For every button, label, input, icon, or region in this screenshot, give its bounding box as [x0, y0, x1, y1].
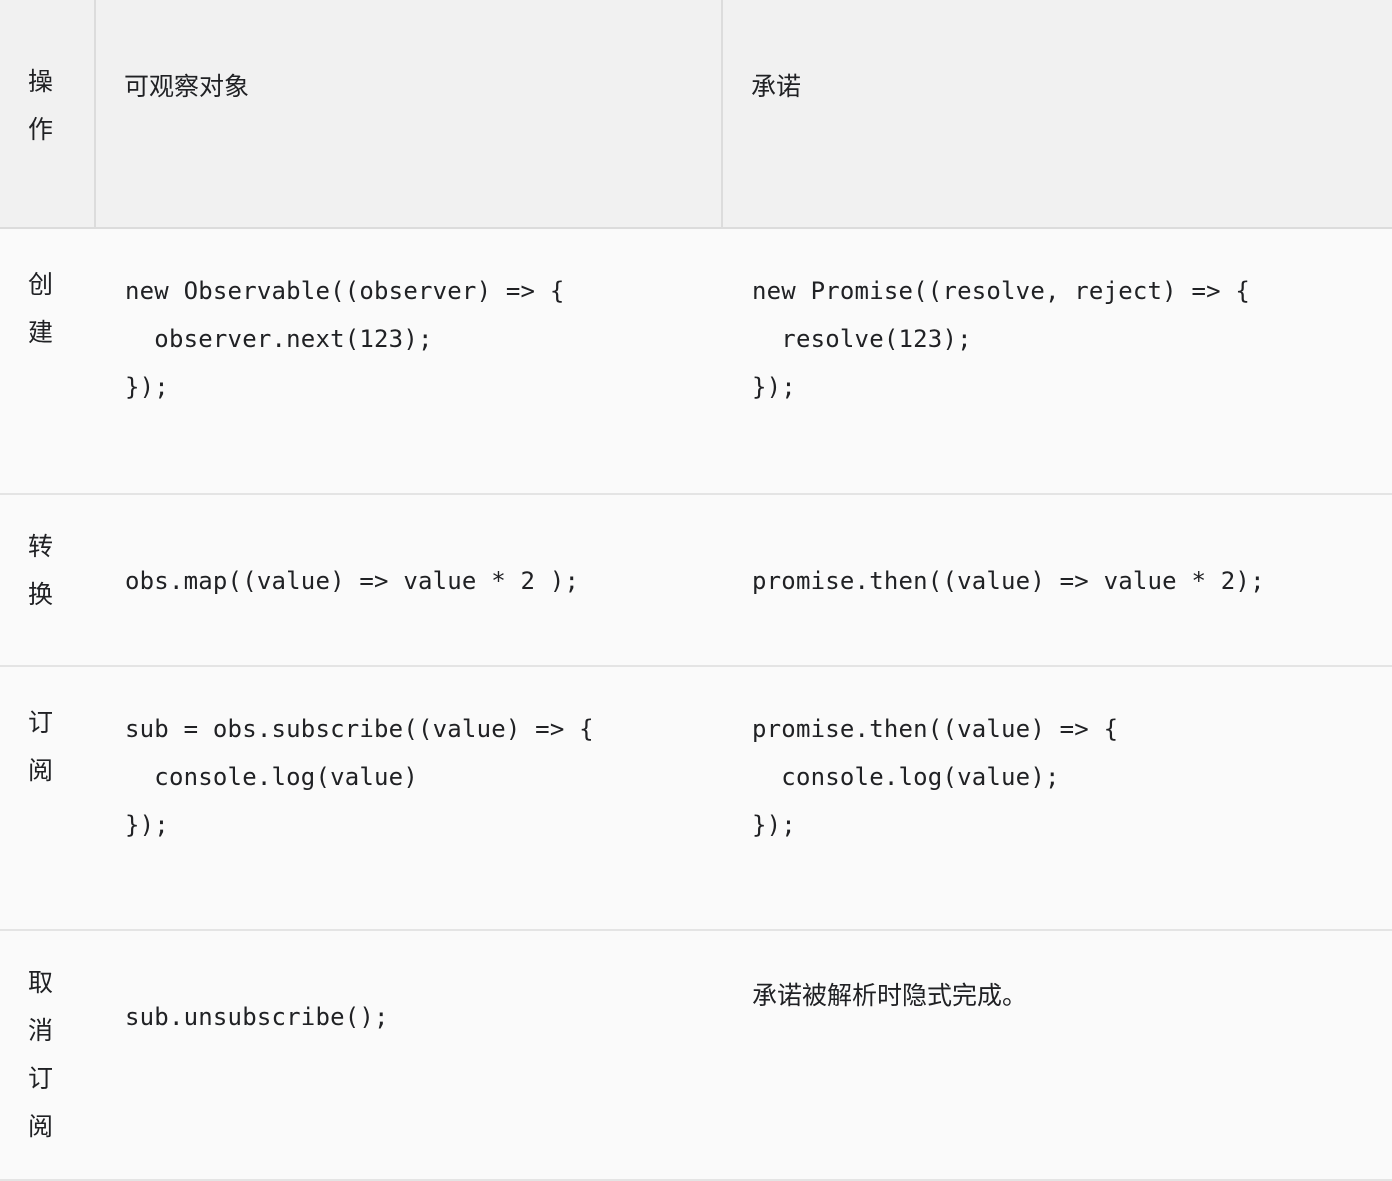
table-body: 创建 new Observable((observer) => { observ…: [0, 228, 1392, 1181]
cell-promise: new Promise((resolve, reject) => { resol…: [722, 228, 1392, 495]
table-row: 创建 new Observable((observer) => { observ…: [0, 228, 1392, 495]
observable-vs-promise-table: 操作 可观察对象 承诺 创建 new Observable((observer)…: [0, 0, 1392, 1181]
promise-code-snippet: new Promise((resolve, reject) => { resol…: [752, 277, 1251, 401]
table-row: 订阅 sub = obs.subscribe((value) => { cons…: [0, 666, 1392, 931]
table-row: 转换 obs.map((value) => value * 2 ); promi…: [0, 494, 1392, 667]
column-header-promise: 承诺: [722, 0, 1392, 229]
column-header-observable: 可观察对象: [95, 0, 723, 229]
operation-label: 取消订阅: [28, 969, 54, 1141]
operation-label: 订阅: [28, 709, 54, 785]
promise-description-text: 承诺被解析时隐式完成。: [752, 982, 1028, 1010]
column-header-observable-label: 可观察对象: [124, 73, 250, 101]
cell-observable: sub.unsubscribe();: [95, 930, 722, 1181]
column-header-operation: 操作: [0, 0, 96, 229]
observable-code-snippet: sub = obs.subscribe((value) => { console…: [125, 715, 594, 839]
cell-promise: promise.then((value) => value * 2);: [722, 494, 1392, 667]
operation-label: 创建: [28, 271, 54, 347]
promise-code-snippet: promise.then((value) => { console.log(va…: [752, 715, 1119, 839]
cell-promise: promise.then((value) => { console.log(va…: [722, 666, 1392, 931]
cell-observable: new Observable((observer) => { observer.…: [95, 228, 722, 495]
column-header-operation-label: 操作: [28, 68, 54, 144]
table-row: 取消订阅 sub.unsubscribe(); 承诺被解析时隐式完成。: [0, 930, 1392, 1181]
cell-promise: 承诺被解析时隐式完成。: [722, 930, 1392, 1181]
operation-label: 转换: [28, 533, 54, 609]
column-header-promise-label: 承诺: [751, 73, 802, 101]
promise-code-snippet: promise.then((value) => value * 2);: [752, 567, 1265, 595]
cell-operation: 转换: [0, 494, 95, 667]
observable-code-snippet: sub.unsubscribe();: [125, 1003, 389, 1031]
cell-operation: 取消订阅: [0, 930, 95, 1181]
cell-operation: 订阅: [0, 666, 95, 931]
cell-operation: 创建: [0, 228, 95, 495]
table-header: 操作 可观察对象 承诺: [0, 0, 1392, 229]
observable-code-snippet: obs.map((value) => value * 2 );: [125, 567, 580, 595]
cell-observable: obs.map((value) => value * 2 );: [95, 494, 722, 667]
table-header-row: 操作 可观察对象 承诺: [0, 0, 1392, 229]
cell-observable: sub = obs.subscribe((value) => { console…: [95, 666, 722, 931]
observable-code-snippet: new Observable((observer) => { observer.…: [125, 277, 565, 401]
